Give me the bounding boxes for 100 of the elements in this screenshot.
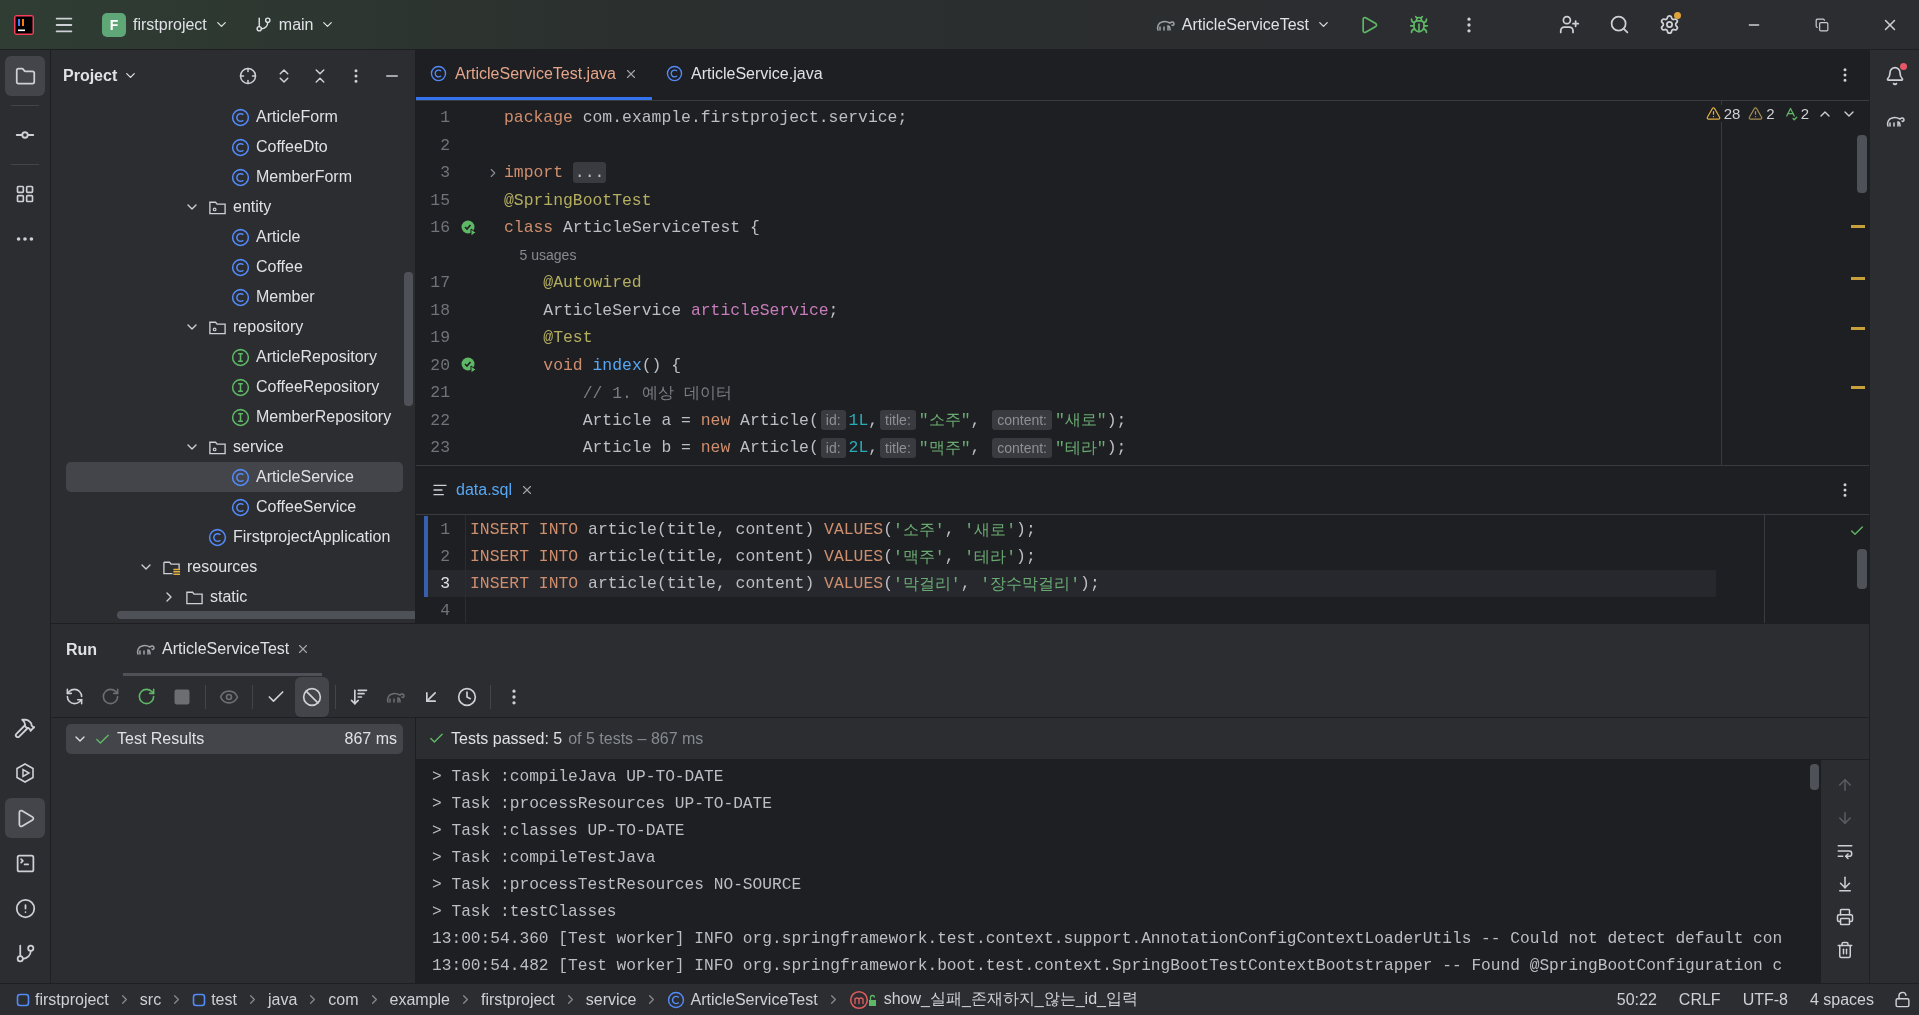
- project-selector[interactable]: F firstproject: [94, 7, 237, 42]
- module-icon: [192, 992, 207, 1007]
- tree-item[interactable]: ArticleForm: [66, 102, 403, 132]
- project-view-selector[interactable]: Project: [63, 66, 139, 85]
- app-logo-icon[interactable]: [14, 14, 34, 35]
- run-configuration-selector[interactable]: ArticleServiceTest: [1146, 7, 1339, 42]
- breadcrumb[interactable]: firstproject: [16, 990, 109, 1009]
- class-icon: [231, 497, 250, 517]
- line-number: 16: [429, 218, 450, 238]
- lock-icon[interactable]: [1894, 991, 1911, 1008]
- line-number: 2: [439, 135, 450, 155]
- breadcrumb[interactable]: src: [139, 990, 162, 1009]
- code-line: 5 usages: [518, 246, 577, 266]
- class-icon: [231, 287, 250, 307]
- tree-item[interactable]: MemberRepository: [66, 402, 403, 432]
- class-icon: [231, 467, 250, 487]
- breadcrumb[interactable]: com: [328, 990, 359, 1009]
- breadcrumb[interactable]: ArticleServiceTest: [667, 990, 818, 1009]
- breadcrumb[interactable]: test: [192, 990, 237, 1009]
- scrollbar[interactable]: [1810, 764, 1819, 790]
- console-line: > Task :compileJava UP-TO-DATE: [432, 766, 724, 788]
- branch-selector[interactable]: main: [246, 7, 344, 42]
- ban-icon[interactable]: [295, 676, 329, 717]
- code-line: INSERT INTO article(title, content) VALUES('맥주', '테라');: [469, 546, 1037, 569]
- line-number: 21: [429, 383, 450, 403]
- interface-icon: [231, 347, 250, 367]
- scrollbar[interactable]: [117, 611, 415, 619]
- code-line: INSERT INTO article(title, content) VALUES('소주', '새로');: [469, 519, 1037, 542]
- line-number: 20: [429, 355, 450, 375]
- encoding[interactable]: UTF-8: [1742, 990, 1788, 1009]
- code-line: @SpringBootTest: [504, 189, 652, 212]
- run-tab[interactable]: ArticleServiceTest: [123, 624, 323, 676]
- text-file-icon: [432, 482, 448, 498]
- test-result-row[interactable]: Test Results 867 ms: [66, 724, 403, 754]
- code-line: @Test: [542, 327, 593, 350]
- class-icon: [231, 257, 250, 277]
- run-icon[interactable]: [5, 798, 45, 838]
- line-number: 4: [439, 601, 450, 620]
- editor-tab[interactable]: data.sql: [416, 466, 547, 514]
- breadcrumb[interactable]: service: [585, 990, 637, 1009]
- breadcrumb[interactable]: java: [267, 990, 298, 1009]
- warning-stripe: [1851, 327, 1865, 330]
- interface-icon: [231, 377, 250, 397]
- code-line: class ArticleServiceTest {: [504, 217, 760, 240]
- tree-item[interactable]: MemberForm: [66, 162, 403, 192]
- class-icon: [231, 137, 250, 157]
- project-icon[interactable]: [5, 56, 45, 96]
- scrollbar[interactable]: [1857, 549, 1867, 589]
- tree-item[interactable]: CoffeeRepository: [66, 372, 403, 402]
- inspection-count[interactable]: 2: [1782, 105, 1809, 122]
- tree-item[interactable]: ArticleService: [66, 462, 403, 492]
- run-test-icon[interactable]: [460, 218, 478, 237]
- editor-tab[interactable]: ArticleService.java: [651, 50, 837, 100]
- indent-setting[interactable]: 4 spaces: [1809, 990, 1874, 1009]
- code-line: package com.example.firstproject.service;: [504, 107, 908, 130]
- tree-item[interactable]: static: [66, 582, 403, 612]
- tree-item[interactable]: CoffeeDto: [66, 132, 403, 162]
- run-test-icon[interactable]: [460, 356, 478, 375]
- class-icon: [231, 167, 250, 187]
- inspection-count[interactable]: 2: [1748, 105, 1775, 122]
- line-number: 1: [439, 520, 450, 539]
- scrollbar[interactable]: [404, 272, 413, 406]
- code-line: Article a = new Article( id: 1L, title: "소주", content: "새로");: [581, 409, 1127, 433]
- line-number: 19: [429, 328, 450, 348]
- class-icon: [231, 227, 250, 247]
- code-line: import ...: [504, 161, 607, 186]
- test-result-label: Test Results: [117, 730, 206, 748]
- line-number: 15: [429, 190, 450, 210]
- tree-item[interactable]: resources: [66, 552, 403, 582]
- breadcrumb[interactable]: example: [389, 990, 450, 1009]
- tree-item[interactable]: FirstprojectApplication: [66, 522, 403, 552]
- branch-icon: [254, 16, 272, 33]
- line-number: 1: [439, 108, 450, 128]
- line-number: 2: [439, 547, 450, 566]
- tree-item[interactable]: ArticleRepository: [66, 342, 403, 372]
- tree-item[interactable]: Member: [66, 282, 403, 312]
- editor-tab[interactable]: ArticleServiceTest.java: [416, 50, 652, 100]
- tree-item[interactable]: repository: [66, 312, 403, 342]
- tree-item[interactable]: Article: [66, 222, 403, 252]
- tree-item[interactable]: CoffeeService: [66, 492, 403, 522]
- line-separator[interactable]: CRLF: [1678, 990, 1721, 1009]
- scrollbar[interactable]: [1857, 135, 1867, 193]
- breadcrumb[interactable]: firstproject: [481, 990, 555, 1009]
- test-summary: Tests passed: 5: [451, 729, 563, 748]
- tree-item[interactable]: service: [66, 432, 403, 462]
- inspection-count[interactable]: 28: [1705, 105, 1741, 122]
- code-line: // 1. 예상 데이터: [581, 382, 732, 405]
- warning-stripe: [1851, 386, 1865, 389]
- line-number: 17: [429, 273, 450, 293]
- services-icon[interactable]: [14, 762, 36, 784]
- class-icon: [231, 107, 250, 127]
- method-icon: [848, 989, 879, 1010]
- line-number: 23: [429, 438, 450, 458]
- cursor-position[interactable]: 50:22: [1616, 990, 1657, 1009]
- line-number: 3: [439, 163, 450, 183]
- class-icon: [665, 65, 683, 82]
- tree-item[interactable]: Coffee: [66, 252, 403, 282]
- breadcrumb[interactable]: show_실패_존재하지_않는_id_입력: [848, 989, 1138, 1010]
- tree-item[interactable]: entity: [66, 192, 403, 222]
- test-duration: 867 ms: [344, 730, 397, 748]
